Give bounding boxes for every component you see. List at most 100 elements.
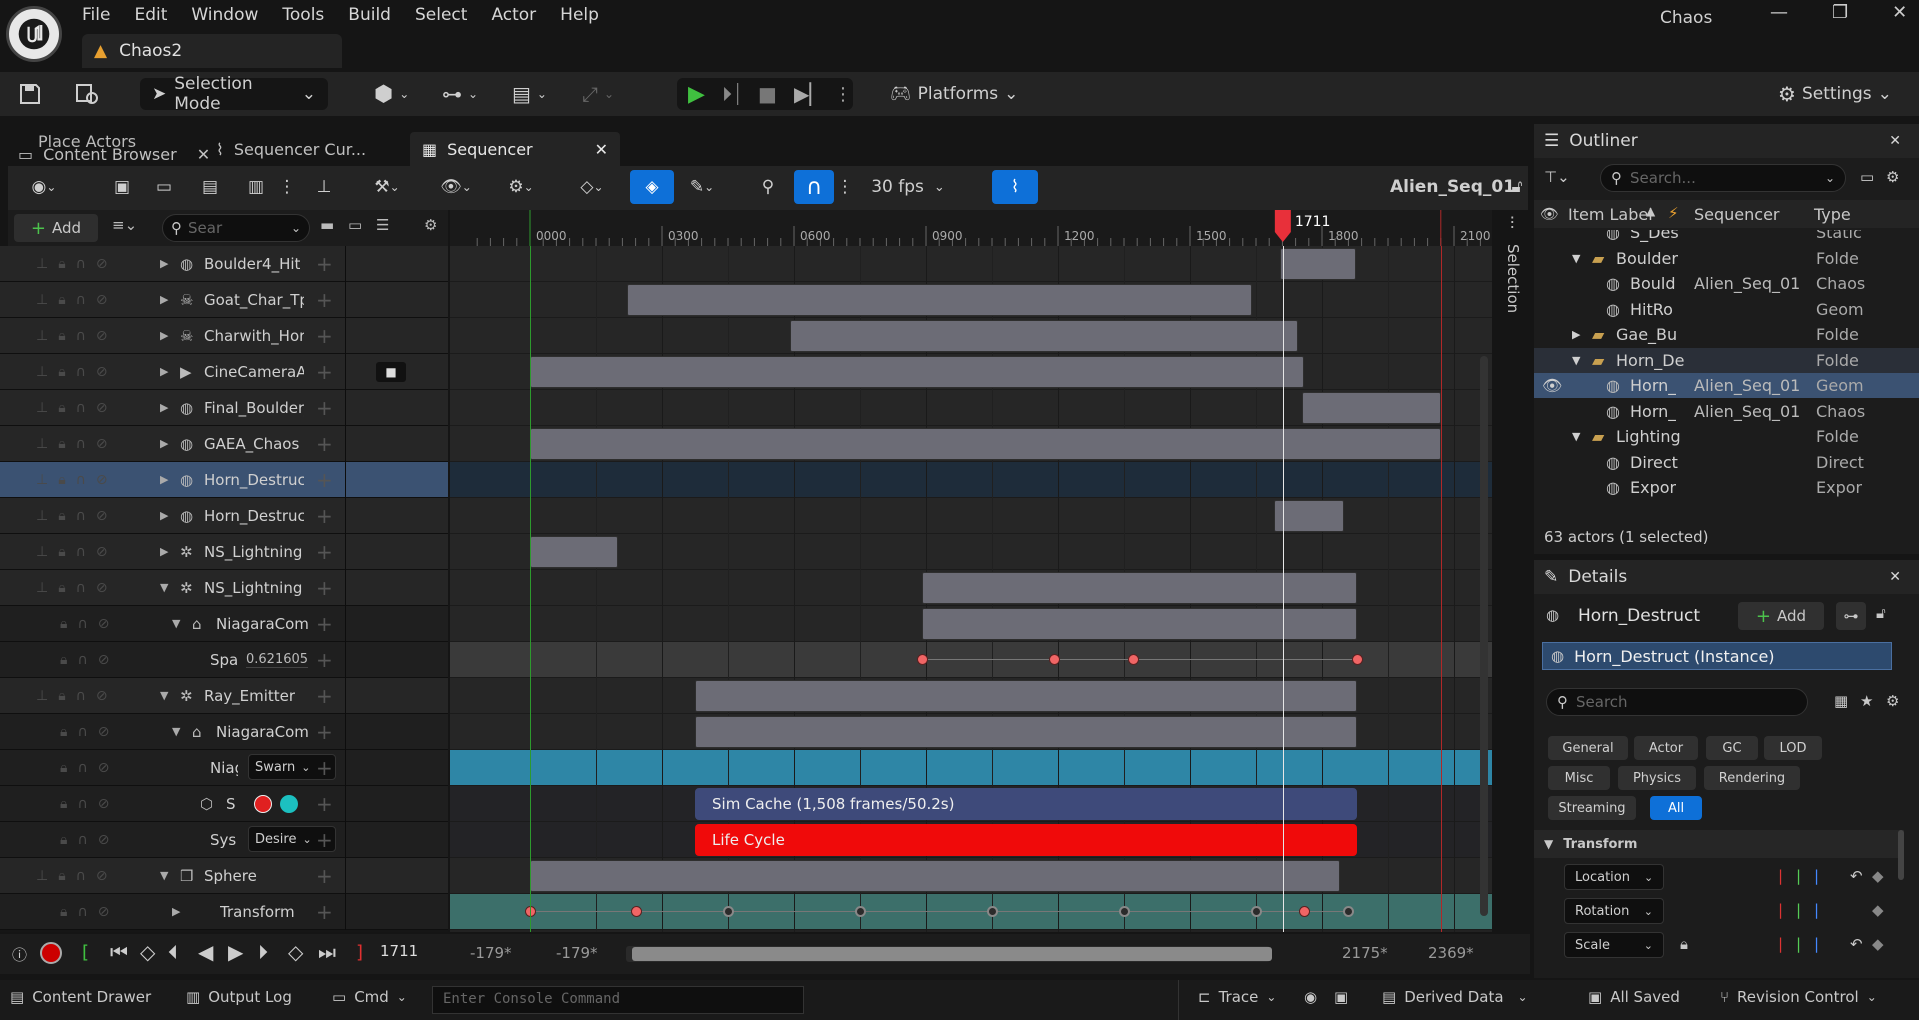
- actor-binding-icon[interactable]: ⊥: [310, 170, 338, 204]
- visibility-column-icon[interactable]: 👁︎: [1540, 205, 1559, 223]
- timeline-lane[interactable]: [450, 642, 1492, 678]
- component-instance-row[interactable]: ◍ Horn_Destruct (Instance): [1542, 642, 1892, 670]
- tree-arrow-icon[interactable]: ▶: [1572, 328, 1580, 341]
- info-icon[interactable]: ⓘ: [12, 944, 27, 965]
- add-subtrack-icon[interactable]: +: [316, 756, 333, 780]
- track-row[interactable]: 🔒︎ ∩ ⊘ ▶ Transform +: [0, 894, 448, 930]
- keyframe[interactable]: [855, 906, 866, 917]
- add-subtrack-icon[interactable]: +: [316, 612, 333, 636]
- outliner-row[interactable]: ◍ Horn_ Alien_Seq_01 Chaos: [1534, 399, 1919, 424]
- curve-editor-icon[interactable]: ⌇: [992, 170, 1038, 204]
- lock-icon[interactable]: 🔒︎: [58, 436, 65, 452]
- keyframe[interactable]: [1119, 906, 1130, 917]
- tab-content-browser[interactable]: ▭ Content Browser ✕: [6, 140, 222, 168]
- expand-arrow-icon[interactable]: ▼: [172, 725, 180, 738]
- lock-icon[interactable]: 🔒︎: [58, 256, 65, 272]
- lock-icon[interactable]: 🔒︎: [60, 904, 67, 920]
- column-item-label[interactable]: Item Label: [1568, 205, 1653, 224]
- play-options-icon[interactable]: ⋮: [834, 78, 852, 110]
- section-bar[interactable]: [695, 680, 1358, 712]
- selection-side-tab[interactable]: Selection: [1500, 244, 1522, 313]
- pin-icon[interactable]: ⊥: [36, 292, 48, 308]
- blueprints-icon[interactable]: ⊶ ⌄: [442, 78, 478, 110]
- reset-icon[interactable]: ↶: [1850, 867, 1863, 885]
- cinematics-icon[interactable]: ▤ ⌄: [512, 78, 547, 110]
- add-subtrack-icon[interactable]: +: [316, 324, 333, 348]
- outliner-row[interactable]: ▼ ▰ Horn_De Folde: [1534, 347, 1919, 373]
- keyframe[interactable]: [1127, 654, 1139, 665]
- life-cycle-section[interactable]: Life Cycle: [695, 824, 1358, 856]
- mute-icon[interactable]: ⊘: [96, 508, 108, 524]
- column-type[interactable]: Type: [1814, 205, 1851, 224]
- add-subtrack-icon[interactable]: +: [316, 540, 333, 564]
- lock-icon[interactable]: 🔒︎: [60, 724, 67, 740]
- lock-icon[interactable]: 🔒︎: [60, 796, 67, 812]
- expand-arrow-icon[interactable]: ▼: [160, 689, 168, 702]
- track-row[interactable]: 🔒︎ ∩ ⊘ ▼ ⌂ NiagaraCom +: [0, 714, 448, 750]
- track-row[interactable]: ⊥ 🔒︎ ∩ ⊘ ▶ ◍ Final_Boulder_ +: [0, 390, 448, 426]
- new-folder-icon[interactable]: ▭: [1860, 168, 1874, 186]
- save-icon[interactable]: [18, 78, 42, 110]
- lock-icon[interactable]: 🔒︎: [60, 760, 67, 776]
- reset-icon[interactable]: ↶: [1850, 935, 1863, 953]
- blueprint-icon[interactable]: ⊶: [1836, 602, 1866, 630]
- timeline-lane[interactable]: [450, 750, 1492, 786]
- expand-arrow-icon[interactable]: ▶: [160, 257, 168, 270]
- details-search-input[interactable]: ⚲ Search: [1546, 688, 1808, 716]
- track-lock-controls[interactable]: ⊥ 🔒︎ ∩ ⊘: [36, 328, 108, 344]
- filter-streaming[interactable]: Streaming: [1548, 796, 1636, 820]
- add-subtrack-icon[interactable]: +: [316, 864, 333, 888]
- expand-arrow-icon[interactable]: ▼: [160, 869, 168, 882]
- derived-data-dropdown[interactable]: ▤ Derived Data ⌄: [1382, 988, 1528, 1006]
- menu-tools[interactable]: Tools: [270, 0, 336, 30]
- track-row[interactable]: ⊥ 🔒︎ ∩ ⊘ ▶ ◍ Horn_Destruct +: [0, 498, 448, 534]
- lock-icon[interactable]: 🔒︎: [60, 832, 67, 848]
- record-trace-icon[interactable]: ◉: [1304, 988, 1317, 1006]
- current-frame[interactable]: 1711: [380, 942, 418, 960]
- level-tab[interactable]: ▲ Chaos2: [82, 34, 342, 68]
- menu-edit[interactable]: Edit: [122, 0, 179, 30]
- filter-actor[interactable]: Actor: [1634, 736, 1698, 760]
- transform-space-dropdown[interactable]: Location ⌄: [1564, 864, 1664, 890]
- list-icon[interactable]: ☰: [376, 216, 389, 234]
- all-saved-button[interactable]: ▣ All Saved: [1588, 988, 1680, 1006]
- collapse-all-icon[interactable]: ▬: [320, 216, 334, 234]
- view-options-icon[interactable]: 👁︎ ⌄: [428, 170, 484, 204]
- solo-icon[interactable]: ∩: [77, 760, 87, 776]
- expand-arrow-icon[interactable]: ▶: [160, 293, 168, 306]
- lock-icon[interactable]: 🔓︎: [1508, 170, 1526, 204]
- mute-icon[interactable]: ⊘: [96, 544, 108, 560]
- add-component-button[interactable]: + Add: [1738, 602, 1824, 630]
- details-scrollbar[interactable]: [1898, 830, 1904, 880]
- lock-icon[interactable]: 🔒︎: [58, 400, 65, 416]
- add-subtrack-icon[interactable]: +: [316, 648, 333, 672]
- marker-icon[interactable]: ⚲: [756, 170, 780, 204]
- clapper-icon[interactable]: ▥: [242, 170, 270, 204]
- solo-icon[interactable]: ∩: [76, 292, 86, 308]
- key-tools-icon[interactable]: ⚒ ⌄: [360, 170, 414, 204]
- edit-tools-icon[interactable]: ✎ ⌄: [678, 170, 726, 204]
- outliner-row[interactable]: ◍ Direct Direct: [1534, 450, 1919, 475]
- outliner-search-input[interactable]: ⚲ Search... ⌄: [1600, 164, 1846, 192]
- track-row[interactable]: 🔒︎ ∩ ⊘ S ⬡ +: [0, 786, 448, 822]
- solo-icon[interactable]: ∩: [76, 436, 86, 452]
- lock-icon[interactable]: 🔒︎: [58, 580, 65, 596]
- auto-key-icon[interactable]: ◈: [630, 170, 674, 204]
- cmd-dropdown[interactable]: ▭ Cmd ⌄: [332, 988, 407, 1006]
- expand-arrow-icon[interactable]: ▶: [160, 365, 168, 378]
- keyframe[interactable]: [1048, 654, 1060, 665]
- column-sequencer[interactable]: Sequencer: [1694, 205, 1780, 224]
- next-frame-icon[interactable]: ⏵: [258, 940, 268, 964]
- playhead-marker[interactable]: [1274, 210, 1291, 242]
- tab-sequencer[interactable]: ▦ Sequencer ✕: [410, 132, 620, 166]
- mute-icon[interactable]: ⊘: [98, 652, 110, 668]
- timeline-lane[interactable]: [450, 894, 1492, 930]
- mute-icon[interactable]: ⊘: [96, 688, 108, 704]
- timeline-area[interactable]: Sim Cache (1,508 frames/50.2s) Life Cycle: [450, 246, 1492, 932]
- add-subtrack-icon[interactable]: +: [316, 900, 333, 924]
- content-drawer-button[interactable]: ▤ Content Drawer: [10, 988, 151, 1006]
- lock-icon[interactable]: 🔓︎: [1876, 604, 1886, 622]
- add-actor-icon[interactable]: ⬢ ⌄: [374, 78, 409, 110]
- timeline-ruler[interactable]: 0000 0300 0600 0900 1200 1500 1800 2100 1711: [450, 210, 1492, 246]
- jump-start-icon[interactable]: ⏮: [110, 940, 128, 964]
